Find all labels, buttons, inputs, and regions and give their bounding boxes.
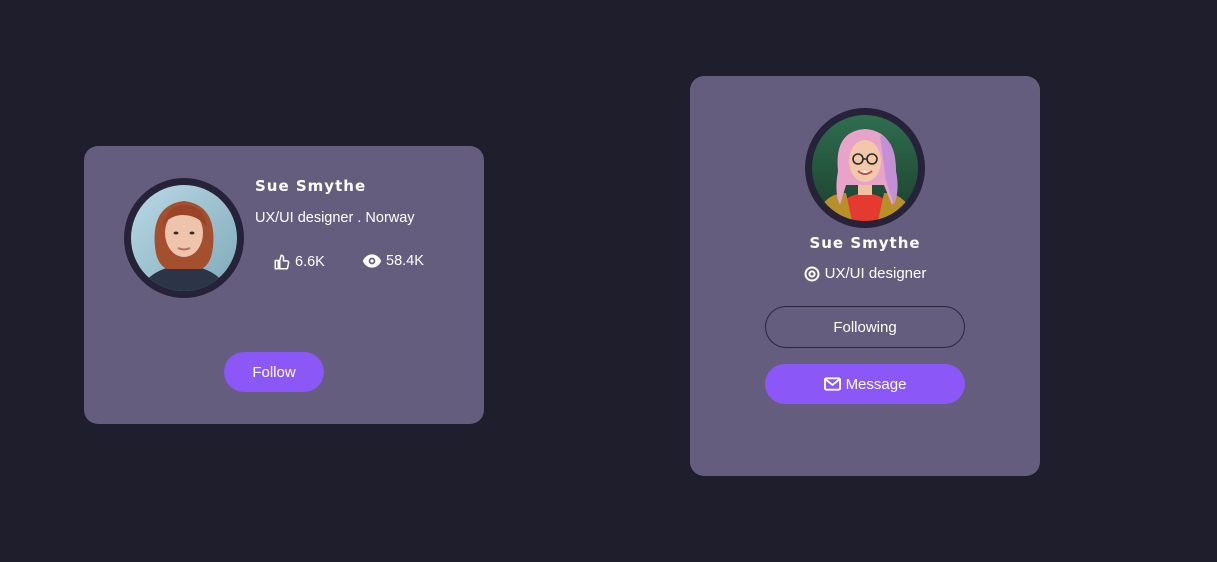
profile-role: UX/UI designer [690, 265, 1040, 282]
message-label: Message [845, 375, 907, 393]
thumbs-up-icon [273, 253, 291, 271]
views-count: 58.4K [386, 253, 424, 269]
envelope-icon [823, 377, 841, 391]
portrait-image [812, 115, 918, 221]
views-stat: 58.4K [362, 253, 424, 269]
profile-name: Sue Smythe [809, 234, 921, 252]
profile-card-vertical: Sue Smythe UX/UI designer Following Mess… [690, 76, 1040, 476]
profile-card-horizontal: Sue Smythe UX/UI designer . Norway 6.6K … [84, 146, 484, 424]
target-icon [804, 266, 820, 282]
message-button[interactable]: Message [765, 364, 965, 404]
profile-role: UX/UI designer . Norway [255, 210, 415, 226]
follow-button[interactable]: Follow [224, 352, 324, 392]
profile-name: Sue Smythe [255, 177, 367, 195]
portrait-image [131, 185, 237, 291]
eye-icon [362, 253, 382, 269]
avatar [805, 108, 925, 228]
following-button[interactable]: Following [765, 306, 965, 348]
likes-stat: 6.6K [273, 253, 325, 271]
role-text: UX/UI designer [824, 265, 927, 282]
likes-count: 6.6K [295, 254, 325, 270]
avatar [124, 178, 244, 298]
